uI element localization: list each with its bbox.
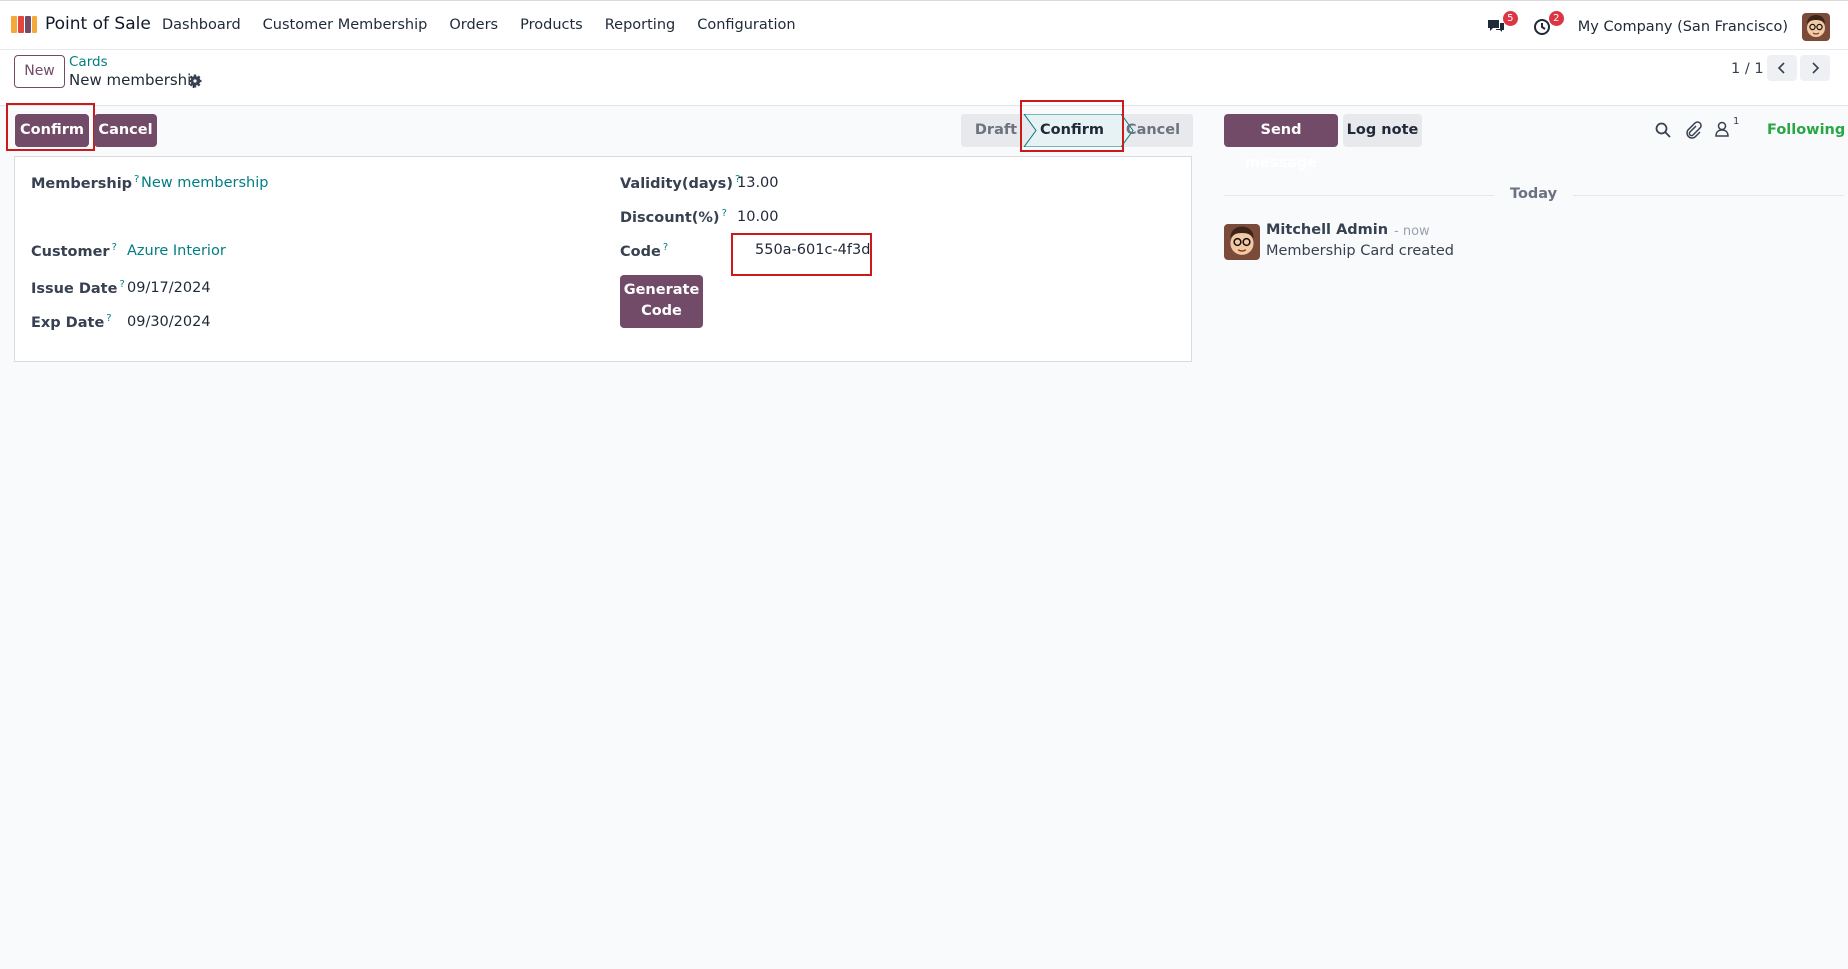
followers-button[interactable]: 1 bbox=[1714, 116, 1746, 140]
user-avatar[interactable] bbox=[1802, 13, 1830, 41]
pager-previous[interactable] bbox=[1767, 55, 1797, 81]
cancel-button[interactable]: Cancel bbox=[94, 114, 157, 147]
membership-form-sheet: Membership? New membership Customer? Azu… bbox=[14, 156, 1192, 362]
generate-code-label-line1: Generate bbox=[623, 282, 700, 298]
exp-date-label: Exp Date? bbox=[31, 313, 112, 331]
menu-configuration[interactable]: Configuration bbox=[697, 17, 795, 33]
message-author[interactable]: Mitchell Admin bbox=[1266, 222, 1388, 238]
messages-badge: 5 bbox=[1502, 11, 1518, 26]
messaging-menu[interactable]: 5 bbox=[1486, 11, 1518, 38]
message-body: Membership Card created bbox=[1266, 243, 1454, 259]
followers-count: 1 bbox=[1733, 116, 1740, 127]
breadcrumb-cards[interactable]: Cards bbox=[69, 54, 108, 70]
systray: 5 2 My Company (San Francisco) bbox=[1462, 11, 1830, 41]
message-author-avatar[interactable] bbox=[1224, 224, 1260, 260]
main-menu: Dashboard Customer Membership Orders Pro… bbox=[162, 17, 818, 33]
menu-products[interactable]: Products bbox=[520, 17, 583, 33]
following-button[interactable]: Following bbox=[1767, 122, 1845, 138]
membership-label: Membership? bbox=[31, 174, 140, 192]
company-switcher[interactable]: My Company (San Francisco) bbox=[1578, 19, 1788, 35]
pager-value[interactable]: 1 / 1 bbox=[1731, 61, 1764, 77]
menu-dashboard[interactable]: Dashboard bbox=[162, 17, 241, 33]
pos-app-icon[interactable] bbox=[10, 13, 38, 37]
stage-cancel[interactable]: Cancel bbox=[1122, 114, 1184, 147]
highlight-stage-confirm bbox=[1020, 100, 1124, 152]
message-time: - now bbox=[1394, 224, 1430, 239]
membership-field[interactable]: New membership bbox=[141, 175, 268, 191]
menu-reporting[interactable]: Reporting bbox=[605, 17, 676, 33]
search-icon[interactable] bbox=[1654, 121, 1672, 139]
chevron-right-icon bbox=[1812, 62, 1820, 74]
chatter-panel: Send message Log note 1 Following Today … bbox=[1210, 106, 1848, 969]
activities-badge: 2 bbox=[1548, 11, 1564, 26]
send-message-button[interactable]: Send message bbox=[1224, 114, 1338, 171]
customer-label: Customer? bbox=[31, 242, 117, 260]
issue-date-field[interactable]: 09/17/2024 bbox=[127, 280, 211, 296]
generate-code-button[interactable]: Generate Code bbox=[620, 275, 703, 328]
gear-icon[interactable] bbox=[188, 74, 202, 88]
user-avatar-icon bbox=[1802, 13, 1830, 41]
highlight-code-field bbox=[731, 233, 872, 276]
discount-label: Discount(%)? bbox=[620, 208, 727, 226]
chevron-left-icon bbox=[1777, 62, 1785, 74]
validity-label: Validity(days)? bbox=[620, 174, 741, 192]
generate-code-label-line2: Code bbox=[641, 303, 682, 319]
top-navbar: Point of Sale Dashboard Customer Members… bbox=[0, 0, 1848, 50]
author-avatar-icon bbox=[1224, 224, 1260, 260]
paperclip-icon[interactable] bbox=[1684, 121, 1702, 139]
highlight-confirm-button bbox=[6, 103, 95, 151]
discount-field[interactable]: 10.00 bbox=[737, 209, 779, 225]
user-icon bbox=[1715, 121, 1729, 137]
validity-field[interactable]: 13.00 bbox=[737, 175, 779, 191]
customer-field[interactable]: Azure Interior bbox=[127, 243, 226, 259]
code-label: Code? bbox=[620, 242, 669, 260]
control-panel: New Cards New membership 1 / 1 bbox=[0, 50, 1848, 106]
date-separator-label: Today bbox=[1494, 186, 1574, 202]
exp-date-field[interactable]: 09/30/2024 bbox=[127, 314, 211, 330]
issue-date-label: Issue Date? bbox=[31, 279, 125, 297]
log-note-button[interactable]: Log note bbox=[1343, 114, 1422, 147]
menu-customer-membership[interactable]: Customer Membership bbox=[263, 17, 428, 33]
new-button[interactable]: New bbox=[14, 55, 65, 88]
form-statusbar: Confirm Cancel Draft Confirm Cancel bbox=[0, 100, 1210, 156]
pager-next[interactable] bbox=[1800, 55, 1830, 81]
app-title[interactable]: Point of Sale bbox=[45, 14, 151, 34]
breadcrumb-current: New membership bbox=[69, 71, 201, 89]
menu-orders[interactable]: Orders bbox=[449, 17, 498, 33]
activity-menu[interactable]: 2 bbox=[1532, 11, 1564, 38]
